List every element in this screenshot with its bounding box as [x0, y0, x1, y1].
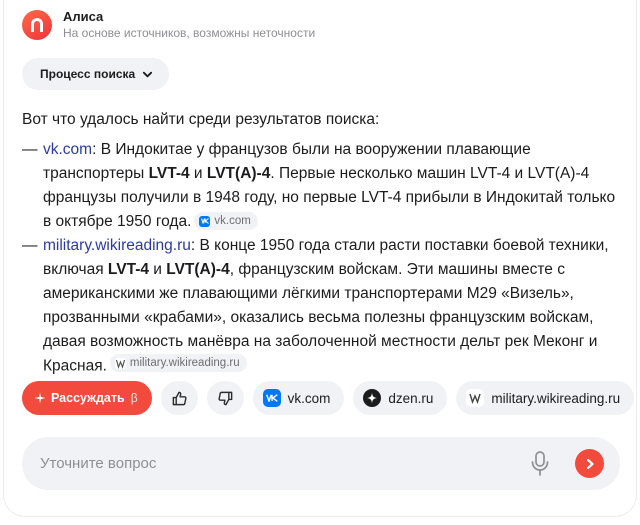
alice-logo-icon [22, 9, 52, 40]
source-button-label: dzen.ru [388, 390, 434, 406]
answer-intro: Вот что удалось найти среди результатов … [22, 111, 380, 128]
source-chip-label: military.wikireading.ru [129, 357, 240, 369]
assistant-name: Алиса [63, 9, 104, 24]
assistant-disclaimer: На основе источников, возможны неточност… [63, 26, 316, 40]
dzen-icon [363, 389, 382, 407]
source-chip-label: vk.com [214, 215, 251, 227]
answer-bold-term: LVT-4 [107, 261, 149, 278]
source-link-wikireading[interactable]: military.wikireading.ru [43, 237, 191, 254]
thumbs-down-icon [218, 391, 232, 405]
send-button[interactable] [575, 449, 604, 478]
search-process-toggle[interactable]: Процесс поиска [22, 58, 170, 90]
arrow-right-icon [586, 458, 594, 469]
answer-bold-term: LVT-4 [148, 165, 190, 182]
sparkle-icon [34, 392, 46, 404]
source-button-vk[interactable]: vk.com [252, 381, 345, 415]
source-button-label: military.wikireading.ru [491, 390, 621, 406]
beta-badge: β [130, 391, 138, 405]
source-button-label: vk.com [287, 390, 331, 406]
chevron-down-icon [143, 71, 153, 77]
question-input[interactable] [40, 443, 510, 484]
thumbs-up-icon [172, 391, 187, 405]
source-chip-vk[interactable]: vk.com [194, 212, 258, 230]
source-link-vk[interactable]: vk.com [43, 141, 92, 158]
dislike-button[interactable] [206, 381, 244, 415]
chat-answer-card: Алиса На основе источников, возможны нет… [3, 0, 637, 517]
wikireading-icon [114, 357, 126, 369]
answer-list-item: — military.wikireading.ru: В конце 1950 … [22, 234, 622, 379]
question-input-bar [22, 437, 620, 490]
microphone-icon[interactable] [530, 451, 550, 477]
answer-text: и [148, 261, 167, 278]
vk-icon [262, 389, 281, 407]
list-dash: — [22, 141, 38, 158]
answer-text: и [189, 165, 207, 182]
source-button-wikireading[interactable]: military.wikireading.ru [456, 381, 635, 415]
answer-list-item: — vk.com: В Индокитае у французов были н… [22, 138, 622, 234]
vk-icon [199, 215, 211, 227]
reason-button[interactable]: Рассуждать β [22, 381, 152, 415]
source-chip-wikireading[interactable]: military.wikireading.ru [109, 354, 247, 372]
answer-actions-row: Рассуждать β vk.com dzen.ru military.wik… [22, 381, 636, 415]
list-dash: — [22, 237, 38, 254]
source-button-dzen[interactable]: dzen.ru [353, 381, 448, 415]
like-button[interactable] [160, 381, 198, 415]
answer-bold-term: LVT(A)-4 [166, 261, 230, 278]
answer-bold-term: LVT(A)-4 [206, 165, 271, 182]
assistant-header: Алиса На основе источников, возможны нет… [22, 8, 315, 41]
reason-button-label: Рассуждать [51, 391, 125, 405]
wikireading-icon [466, 389, 485, 407]
search-process-label: Процесс поиска [40, 67, 136, 81]
